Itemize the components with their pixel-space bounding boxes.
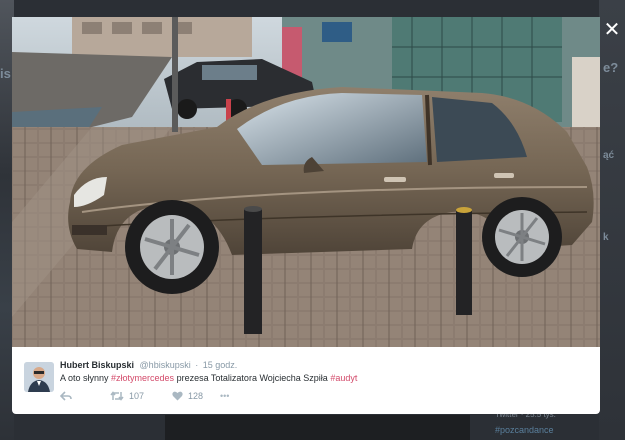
background-bottom-right: Twitter · 25.5 tys. #pozcandance — [495, 410, 625, 440]
tweet-photo[interactable] — [12, 17, 600, 347]
tweet-text-part-2: prezesa Totalizatora Wojciecha Szpiła — [174, 373, 331, 383]
tweet-text: A oto słynny #złotymercedes prezesa Tota… — [60, 373, 357, 383]
background-right-text-1: e? — [603, 60, 619, 75]
author-handle[interactable]: @hbiskupski — [140, 360, 191, 370]
background-right-text-2: ąć — [603, 150, 615, 161]
more-icon[interactable]: ••• — [220, 391, 229, 401]
retweet-count: 107 — [129, 391, 145, 401]
tweet-header: Hubert Biskupski @hbiskupski · 15 godz. — [60, 360, 237, 370]
header-separator: · — [195, 360, 199, 370]
close-icon[interactable]: ✕ — [603, 19, 621, 39]
hashtag-link-zlotymercedes[interactable]: #złotymercedes — [111, 373, 174, 383]
tweet-card: Hubert Biskupski @hbiskupski · 15 godz. … — [12, 347, 600, 414]
tweet-text-part-1: A oto słynny — [60, 373, 112, 383]
background-bottom-image — [165, 415, 470, 440]
reply-button[interactable] — [60, 391, 72, 401]
background-right-text-3: k — [603, 232, 609, 243]
retweet-button[interactable]: 107 — [110, 391, 144, 401]
author-name[interactable]: Hubert Biskupski — [60, 360, 134, 370]
retweet-icon — [110, 391, 124, 401]
reply-icon — [60, 391, 72, 401]
like-button[interactable]: 128 — [172, 391, 203, 401]
background-trend-tag[interactable]: #pozcandance — [495, 425, 625, 435]
tweet-timestamp[interactable]: 15 godz. — [203, 360, 238, 370]
avatar[interactable] — [24, 362, 54, 392]
like-count: 128 — [188, 391, 204, 401]
background-left-text: is — [0, 66, 11, 81]
hashtag-link-audyt[interactable]: #audyt — [330, 373, 357, 383]
heart-icon — [172, 391, 183, 401]
